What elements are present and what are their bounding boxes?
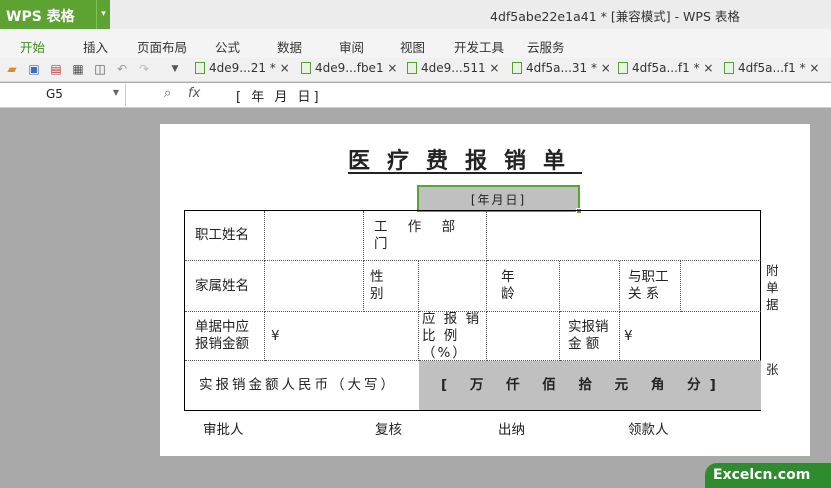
tab-view[interactable]: 视图 [400, 37, 425, 56]
export-pdf-icon[interactable]: ▤ [49, 62, 63, 76]
cashier-label: 出纳 [498, 422, 525, 438]
app-logo: WPS 表格 [6, 9, 75, 25]
document-icon [407, 62, 417, 74]
actual-amount-text: 实报销 金 额 [568, 319, 609, 352]
doc-tab-label: 4df5a...f1 * × [632, 61, 714, 75]
tab-list-dropdown-icon[interactable]: ▼ [168, 62, 182, 76]
doc-tab[interactable]: 4df5a...f1 * × [618, 61, 713, 75]
amount-in-words-cell[interactable]: [ 万 仟 佰 拾 元 角 分] [419, 361, 761, 410]
label-employee-name: 职工姓名 [185, 211, 265, 261]
open-folder-icon[interactable]: ▰ [5, 62, 19, 76]
window-title: 4df5abe22e1a41 * [兼容模式] - WPS 表格 [490, 9, 740, 24]
tab-data[interactable]: 数据 [277, 37, 302, 56]
ratio-text: 应 报 销 比 例（%） [422, 310, 482, 361]
wps-menu-button[interactable]: WPS 表格 ▾ [0, 0, 110, 29]
attached-receipts-label: 附单据 [766, 263, 779, 312]
sheets-unit-label: 张 [766, 362, 779, 377]
watermark-logo: Excelcn.com [705, 463, 831, 488]
reimbursement-table: 职工姓名 工 作 部 门 家属姓名 性 别 年 龄 与职工 关 系 单据中应 报… [184, 210, 761, 411]
label-family-name: 家属姓名 [185, 261, 265, 312]
undo-icon[interactable]: ↶ [115, 62, 129, 76]
chevron-down-icon: ▾ [96, 0, 110, 29]
selected-date-cell[interactable]: [年月日] [417, 185, 582, 214]
document-icon [301, 62, 311, 74]
reviewer-label: 复核 [375, 422, 402, 438]
doc-tab[interactable]: 4df5a...f1 * × [724, 61, 819, 75]
actual-amount-cell[interactable]: ¥ [620, 312, 761, 361]
family-name-cell[interactable] [265, 261, 364, 312]
doc-tab[interactable]: 4df5a...31 * × [512, 61, 611, 75]
doc-tab-label: 4de9...fbe1 × [315, 61, 398, 75]
document-icon [512, 62, 522, 74]
doc-tab[interactable]: 4de9...511 × [407, 61, 500, 75]
print-preview-icon[interactable]: ◫ [93, 62, 107, 76]
label-age: 年 龄 [487, 261, 560, 312]
label-gender: 性 别 [364, 261, 419, 312]
document-icon [724, 62, 734, 74]
doc-tab-label: 4df5a...f1 * × [738, 61, 820, 75]
doc-tab-label: 4de9...511 × [421, 61, 500, 75]
age-cell[interactable] [560, 261, 620, 312]
form-title: 医疗费报销单 [348, 149, 583, 174]
tab-cloud[interactable]: 云服务 [527, 37, 565, 56]
tab-review[interactable]: 审阅 [339, 37, 364, 56]
doc-tab-label: 4df5a...31 * × [526, 61, 611, 75]
tab-home[interactable]: 开始 [20, 37, 45, 56]
label-amount-in-words: 实报销金额人民币（大写） [199, 377, 397, 393]
formula-input[interactable]: [ 年 月 日] [236, 86, 322, 105]
claim-amount-cell[interactable]: ¥ [265, 312, 419, 361]
document-icon [195, 62, 205, 74]
save-icon[interactable]: ▣ [27, 62, 41, 76]
ratio-cell[interactable] [487, 312, 560, 361]
chevron-down-icon: ▼ [112, 88, 119, 97]
employee-name-cell[interactable] [265, 211, 364, 261]
redo-icon[interactable]: ↷ [137, 62, 151, 76]
recipient-label: 领款人 [628, 422, 669, 438]
label-ratio: 应 报 销 比 例（%） [419, 310, 487, 361]
relation-text: 与职工 关 系 [628, 269, 669, 302]
claim-amount-text: 单据中应 报销金额 [195, 319, 249, 352]
date-text: [年月日] [470, 193, 527, 207]
label-relation: 与职工 关 系 [620, 261, 681, 312]
doc-tab[interactable]: 4de9...21 * × [195, 61, 290, 75]
tab-developer[interactable]: 开发工具 [454, 37, 504, 56]
label-actual-amount: 实报销 金 额 [560, 312, 620, 361]
doc-tab-label: 4de9...21 * × [209, 61, 290, 75]
cell-reference: G5 [46, 87, 63, 101]
tab-insert[interactable]: 插入 [83, 37, 108, 56]
document-icon [618, 62, 628, 74]
zoom-search-icon[interactable]: ⌕ [164, 86, 171, 101]
gender-cell[interactable] [419, 261, 487, 312]
tab-page-layout[interactable]: 页面布局 [137, 37, 187, 56]
print-icon[interactable]: ▦ [71, 62, 85, 76]
department-cell[interactable] [487, 211, 761, 261]
relation-cell[interactable] [681, 261, 761, 312]
label-department: 工 作 部 门 [364, 211, 487, 261]
tab-formulas[interactable]: 公式 [215, 37, 240, 56]
doc-tab[interactable]: 4de9...fbe1 × [301, 61, 397, 75]
fx-icon[interactable]: fx [188, 86, 200, 101]
approver-label: 审批人 [203, 422, 244, 438]
name-box[interactable]: G5 ▼ [0, 84, 126, 106]
label-claim-amount: 单据中应 报销金额 [185, 312, 265, 361]
